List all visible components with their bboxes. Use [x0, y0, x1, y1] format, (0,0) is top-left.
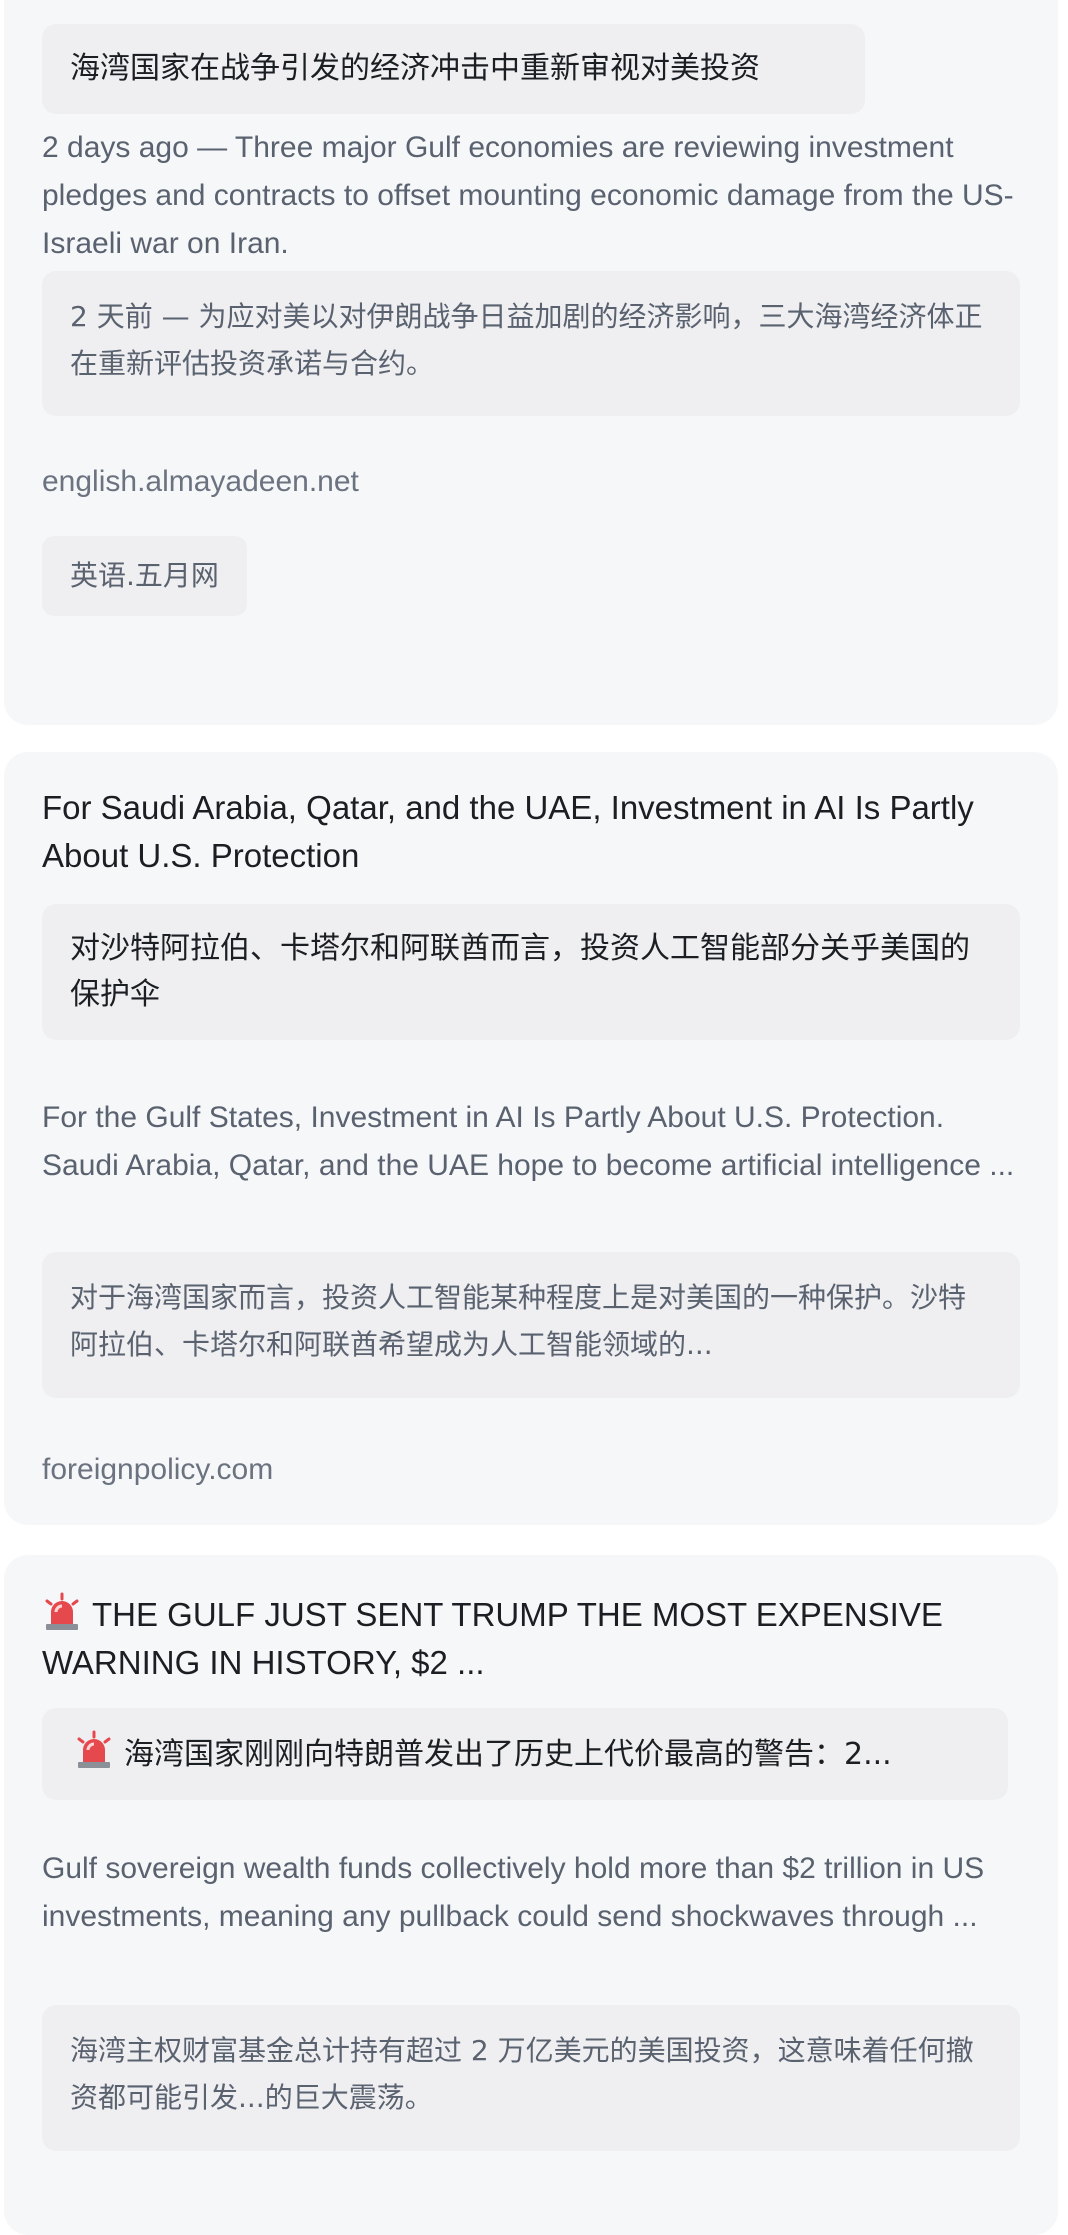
result-title[interactable]: THE GULF JUST SENT TRUMP THE MOST EXPENS…	[42, 1591, 1020, 1687]
result-card[interactable]: 海湾国家在战争引发的经济冲击中重新审视对美投资 2 days ago — Thr…	[4, 0, 1058, 725]
siren-icon	[77, 1730, 111, 1768]
result-title-translation[interactable]: 海湾国家在战争引发的经济冲击中重新审视对美投资	[42, 24, 865, 114]
result-snippet-translation: 海湾主权财富基金总计持有超过 2 万亿美元的美国投资，这意味着任何撤资都可能引发…	[42, 2005, 1020, 2151]
siren-icon	[45, 1592, 79, 1630]
result-source-translation: 英语.五月网	[42, 536, 247, 616]
result-title-translation[interactable]: 海湾国家刚刚向特朗普发出了历史上代价最高的警告：2...	[42, 1708, 1008, 1800]
result-title-translation[interactable]: 对沙特阿拉伯、卡塔尔和阿联酋而言，投资人工智能部分关乎美国的保护伞	[42, 904, 1020, 1040]
result-title-text: THE GULF JUST SENT TRUMP THE MOST EXPENS…	[42, 1596, 943, 1681]
result-snippet-translation: 对于海湾国家而言，投资人工智能某种程度上是对美国的一种保护。沙特阿拉伯、卡塔尔和…	[42, 1252, 1020, 1398]
result-snippet: Gulf sovereign wealth funds collectively…	[42, 1852, 985, 1933]
result-snippet: For the Gulf States, Investment in AI Is…	[42, 1101, 1015, 1182]
result-title[interactable]: For Saudi Arabia, Qatar, and the UAE, In…	[42, 784, 1020, 880]
result-source[interactable]: foreignpolicy.com	[42, 1450, 1020, 1490]
result-title-translation-text: 对沙特阿拉伯、卡塔尔和阿联酋而言，投资人工智能部分关乎美国的保护伞	[70, 931, 970, 1012]
result-title-translation-text: 海湾国家在战争引发的经济冲击中重新审视对美投资	[70, 51, 760, 86]
search-results-page: 海湾国家在战争引发的经济冲击中重新审视对美投资 2 days ago — Thr…	[0, 0, 1068, 2235]
result-snippet-translation: 2 天前 — 为应对美以对伊朗战争日益加剧的经济影响，三大海湾经济体正在重新评估…	[42, 271, 1020, 416]
result-title-translation-text: 海湾国家刚刚向特朗普发出了历史上代价最高的警告：2...	[124, 1737, 892, 1772]
result-snippet: 2 days ago — Three major Gulf economies …	[42, 131, 1014, 260]
result-snippet-translation-text: 海湾主权财富基金总计持有超过 2 万亿美元的美国投资，这意味着任何撤资都可能引发…	[70, 2034, 974, 2114]
result-snippet-translation-text: 2 天前 — 为应对美以对伊朗战争日益加剧的经济影响，三大海湾经济体正在重新评估…	[70, 300, 983, 380]
result-source[interactable]: english.almayadeen.net	[42, 462, 1020, 502]
result-snippet-translation-text: 对于海湾国家而言，投资人工智能某种程度上是对美国的一种保护。沙特阿拉伯、卡塔尔和…	[70, 1281, 967, 1361]
result-card[interactable]: THE GULF JUST SENT TRUMP THE MOST EXPENS…	[4, 1555, 1058, 2235]
result-card[interactable]: For Saudi Arabia, Qatar, and the UAE, In…	[4, 752, 1058, 1525]
